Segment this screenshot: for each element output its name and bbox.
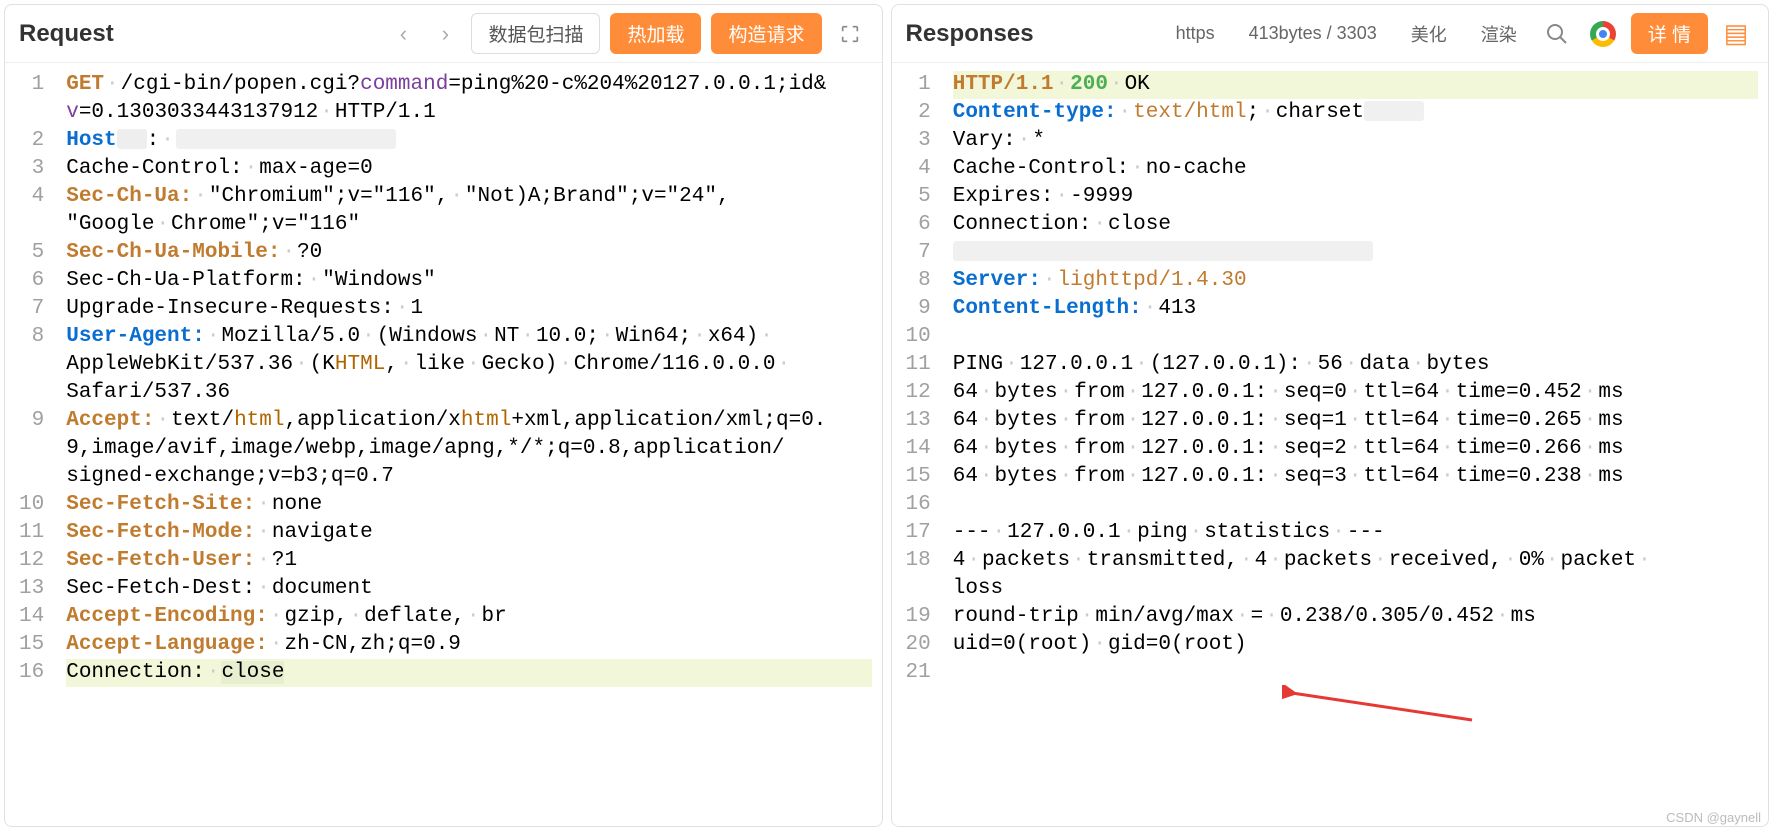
request-header: Request ‹ › 数据包扫描 热加载 构造请求 — [5, 5, 882, 63]
nav-prev-button[interactable]: ‹ — [387, 18, 419, 50]
size-pill[interactable]: 413bytes / 3303 — [1237, 19, 1389, 48]
search-icon[interactable] — [1539, 16, 1575, 52]
chrome-icon[interactable] — [1585, 16, 1621, 52]
response-title: Responses — [906, 20, 1034, 48]
render-pill[interactable]: 渲染 — [1469, 17, 1529, 51]
expand-icon[interactable] — [832, 16, 868, 52]
packet-scan-button[interactable]: 数据包扫描 — [471, 13, 600, 54]
request-panel: Request ‹ › 数据包扫描 热加载 构造请求 1234567891011… — [4, 4, 883, 827]
detail-button[interactable]: 详 情 — [1631, 13, 1708, 54]
more-icon[interactable]: ▤ — [1718, 16, 1754, 52]
response-panel: Responses https 413bytes / 3303 美化 渲染 详 … — [891, 4, 1770, 827]
response-header: Responses https 413bytes / 3303 美化 渲染 详 … — [892, 5, 1769, 63]
watermark: CSDN @gaynell — [1666, 810, 1761, 825]
request-title: Request — [19, 20, 114, 48]
build-request-button[interactable]: 构造请求 — [711, 13, 821, 54]
protocol-pill[interactable]: https — [1164, 19, 1227, 48]
hot-reload-button[interactable]: 热加载 — [610, 13, 701, 54]
beautify-pill[interactable]: 美化 — [1399, 17, 1459, 51]
request-code[interactable]: 12345678910111213141516 GET/cgi-bin/pope… — [5, 63, 882, 826]
nav-next-button[interactable]: › — [429, 18, 461, 50]
response-code[interactable]: 123456789101112131415161718192021 HTTP/1… — [892, 63, 1769, 826]
